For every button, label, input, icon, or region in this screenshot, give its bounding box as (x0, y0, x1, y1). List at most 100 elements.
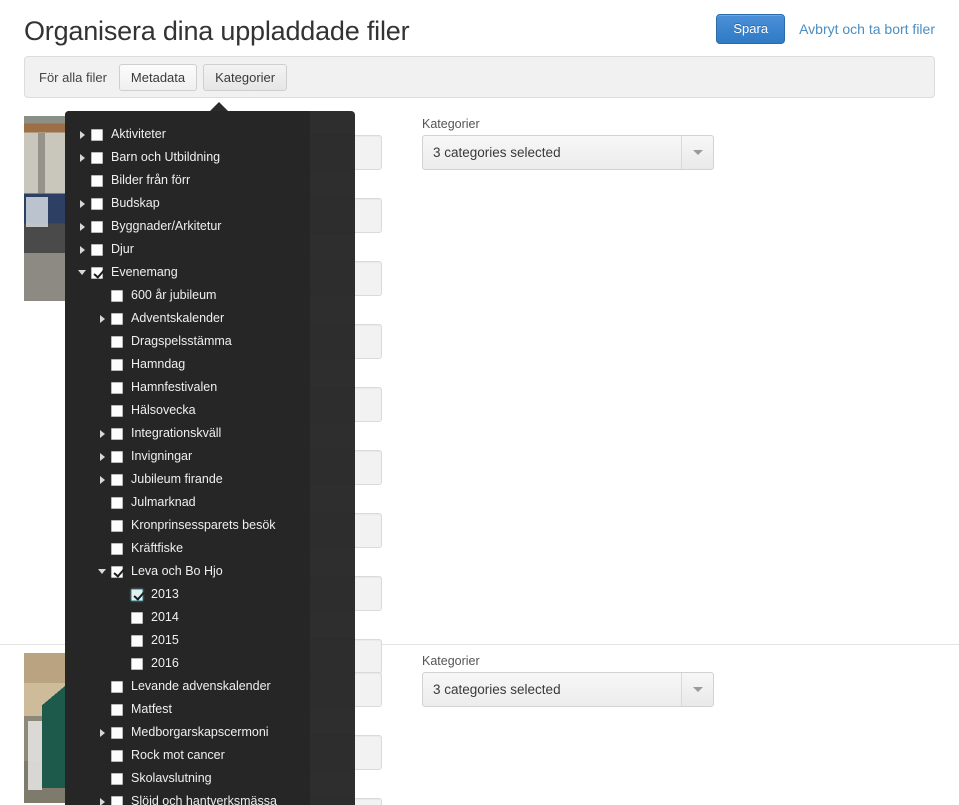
chevron-right-icon[interactable] (73, 153, 91, 162)
save-button[interactable]: Spara (716, 14, 786, 44)
category-tree-item[interactable]: Integrationskväll (65, 422, 310, 445)
kategorier-select-value[interactable]: 3 categories selected (422, 135, 714, 170)
category-label: Barn och Utbildning (111, 150, 221, 164)
category-label: Matfest (131, 702, 172, 716)
category-checkbox[interactable] (111, 772, 123, 785)
category-checkbox[interactable] (111, 404, 123, 417)
chevron-right-icon[interactable] (93, 452, 111, 461)
category-checkbox[interactable] (131, 611, 143, 624)
category-tree-item[interactable]: Medborgarskapscermoni (65, 721, 310, 744)
tab-kategorier[interactable]: Kategorier (203, 63, 288, 91)
category-checkbox[interactable] (131, 657, 143, 670)
category-tree-item[interactable]: Aktiviteter (65, 123, 310, 146)
category-tree-list[interactable]: Aktiviteter Barn och Utbildning Bilder frå… (65, 111, 310, 805)
field-label: Kategorier (422, 654, 480, 668)
category-tree-item[interactable]: Adventskalender (65, 307, 310, 330)
chevron-down-icon[interactable] (93, 569, 111, 574)
category-tree-item[interactable]: 2013 (65, 583, 310, 606)
category-tree-item[interactable]: Hamnfestivalen (65, 376, 310, 399)
category-checkbox[interactable] (111, 473, 123, 486)
category-checkbox[interactable] (111, 749, 123, 762)
category-tree-item[interactable]: Kräftfiske (65, 537, 310, 560)
category-tree-item[interactable]: Julmarknad (65, 491, 310, 514)
category-tree-item[interactable]: Hamndag (65, 353, 310, 376)
category-checkbox[interactable] (111, 565, 123, 578)
category-checkbox[interactable] (111, 542, 123, 555)
chevron-right-icon[interactable] (93, 728, 111, 737)
chevron-right-icon[interactable] (73, 199, 91, 208)
category-tree-item[interactable]: Leva och Bo Hjo (65, 560, 310, 583)
category-tree-item[interactable]: 2014 (65, 606, 310, 629)
chevron-right-icon[interactable] (93, 314, 111, 323)
category-tree-item[interactable]: Barn och Utbildning (65, 146, 310, 169)
category-tree-item[interactable]: Invigningar (65, 445, 310, 468)
category-label: Leva och Bo Hjo (131, 564, 223, 578)
category-label: Rock mot cancer (131, 748, 225, 762)
category-tree-item[interactable]: Hälsovecka (65, 399, 310, 422)
cancel-and-delete-files-link[interactable]: Avbryt och ta bort filer (799, 21, 935, 37)
chevron-down-icon[interactable] (73, 270, 91, 275)
category-tree-item[interactable]: Skolavslutning (65, 767, 310, 790)
category-tree-item[interactable]: Budskap (65, 192, 310, 215)
category-tree-item[interactable]: Byggnader/Arkitetur (65, 215, 310, 238)
category-label: Hamndag (131, 357, 186, 371)
category-checkbox[interactable] (111, 726, 123, 739)
chevron-right-icon[interactable] (73, 130, 91, 139)
chevron-right-icon[interactable] (73, 222, 91, 231)
category-label: Bilder från förr (111, 173, 191, 187)
category-tree-item[interactable]: Djur (65, 238, 310, 261)
chevron-right-icon[interactable] (93, 475, 111, 484)
category-checkbox[interactable] (111, 680, 123, 693)
category-checkbox[interactable] (111, 496, 123, 509)
category-tree-dropdown[interactable]: Aktiviteter Barn och Utbildning Bilder frå… (65, 102, 355, 805)
categories-column: Kategorier 3 categories selected (404, 645, 935, 805)
category-label: Integrationskväll (131, 426, 222, 440)
category-checkbox[interactable] (91, 128, 103, 141)
category-checkbox[interactable] (131, 634, 143, 647)
chevron-right-icon[interactable] (93, 797, 111, 805)
category-checkbox[interactable] (131, 588, 143, 601)
category-checkbox[interactable] (91, 197, 103, 210)
category-checkbox[interactable] (111, 427, 123, 440)
category-label: Slöjd och hantverksmässa (131, 794, 277, 805)
category-label: 2013 (151, 587, 179, 601)
category-tree-item[interactable]: Rock mot cancer (65, 744, 310, 767)
category-tree-item[interactable]: 2015 (65, 629, 310, 652)
page-header: Organisera dina uppladdade filer Spara A… (0, 0, 959, 56)
category-label: 2016 (151, 656, 179, 670)
category-tree-item[interactable]: Bilder från förr (65, 169, 310, 192)
kategorier-select-value[interactable]: 3 categories selected (422, 672, 714, 707)
category-checkbox[interactable] (91, 151, 103, 164)
category-tree-item[interactable]: 600 år jubileum (65, 284, 310, 307)
chevron-down-icon[interactable] (681, 673, 713, 706)
category-tree-item[interactable]: 2016 (65, 652, 310, 675)
category-checkbox[interactable] (111, 312, 123, 325)
category-checkbox[interactable] (111, 335, 123, 348)
tab-metadata[interactable]: Metadata (118, 63, 198, 91)
chevron-right-icon[interactable] (93, 429, 111, 438)
category-checkbox[interactable] (111, 703, 123, 716)
category-tree-item[interactable]: Evenemang (65, 261, 310, 284)
kategorier-select[interactable]: 3 categories selected (422, 135, 714, 170)
category-checkbox[interactable] (91, 220, 103, 233)
category-tree-item[interactable]: Matfest (65, 698, 310, 721)
category-checkbox[interactable] (111, 450, 123, 463)
category-tree-item[interactable]: Jubileum firande (65, 468, 310, 491)
category-checkbox[interactable] (91, 266, 103, 279)
kategorier-select[interactable]: 3 categories selected (422, 672, 714, 707)
category-tree-item[interactable]: Dragspelsstämma (65, 330, 310, 353)
category-tree-item[interactable]: Slöjd och hantverksmässa (65, 790, 310, 805)
category-label: Hälsovecka (131, 403, 196, 417)
category-checkbox[interactable] (111, 289, 123, 302)
category-checkbox[interactable] (91, 174, 103, 187)
category-checkbox[interactable] (91, 243, 103, 256)
category-checkbox[interactable] (111, 381, 123, 394)
category-checkbox[interactable] (111, 519, 123, 532)
scope-label: För alla filer (39, 69, 107, 85)
chevron-right-icon[interactable] (73, 245, 91, 254)
category-tree-item[interactable]: Kronprinsessparets besök (65, 514, 310, 537)
chevron-down-icon[interactable] (681, 136, 713, 169)
category-tree-item[interactable]: Levande advenskalender (65, 675, 310, 698)
category-checkbox[interactable] (111, 358, 123, 371)
category-checkbox[interactable] (111, 795, 123, 805)
